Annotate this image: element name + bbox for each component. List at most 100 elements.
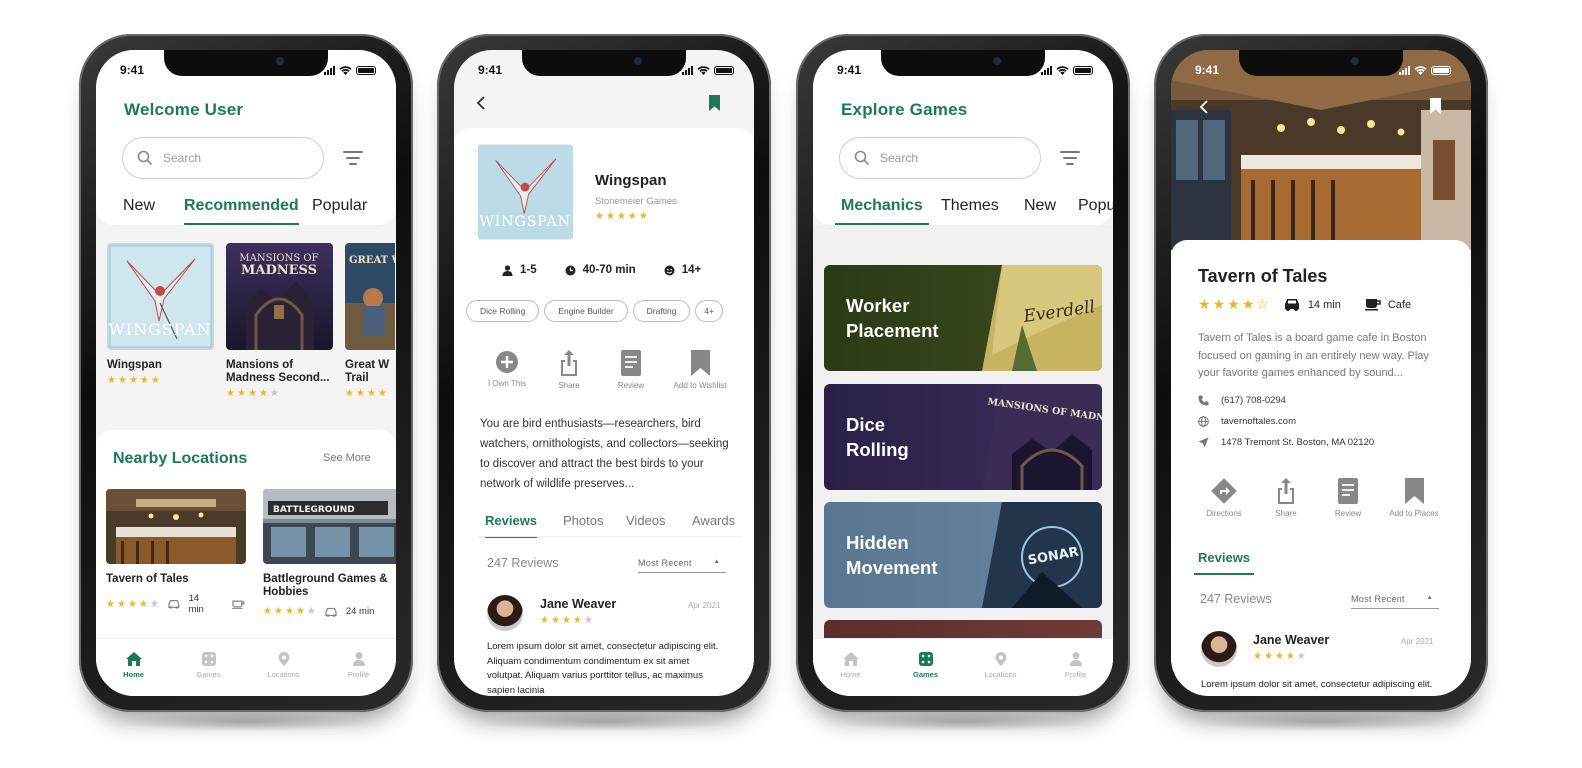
page-title: Welcome User [124, 100, 244, 119]
sort-dropdown[interactable]: Most Recent ▲ [1351, 594, 1439, 609]
phone-number: (617) 708-0294 [1221, 395, 1286, 406]
sort-label: Most Recent [638, 558, 692, 568]
battleground-photo: BATTLEGROUND [263, 489, 396, 564]
share-button[interactable]: Share [538, 350, 600, 390]
tab-photos[interactable]: Photos [563, 513, 603, 528]
bottom-nav: Home Games Locations Profile [813, 638, 1113, 696]
tab-awards[interactable]: Awards [692, 513, 735, 528]
tavern-hero-photo [1171, 50, 1471, 250]
car-icon [325, 607, 337, 617]
age-rating: 14+ [664, 264, 701, 276]
mechanic-line1: Dice [846, 414, 886, 435]
website-link: tavernoftales.com [1221, 416, 1296, 427]
tab-reviews[interactable]: Reviews [1194, 550, 1255, 575]
add-to-places-label: Add to Places [1389, 509, 1439, 518]
review-count: 247 Reviews [1200, 592, 1272, 606]
wingspan-logo: WINGSPAN [479, 214, 571, 230]
search-input[interactable]: Search [839, 137, 1041, 179]
tab-reviews[interactable]: Reviews [485, 513, 538, 538]
directions-button[interactable]: Directions [1193, 478, 1255, 518]
website-row[interactable]: tavernoftales.com [1198, 416, 1374, 427]
user-icon [502, 264, 513, 276]
time-value: 40-70 min [582, 264, 636, 276]
rating-stars: ★ ★ ★ ★ ☆ [1198, 296, 1269, 312]
mechanic-card-worker-placement[interactable]: Worker Placement Everdell [824, 265, 1102, 371]
search-placeholder: Search [163, 151, 202, 165]
nav-home[interactable]: Home [821, 651, 881, 679]
game-card-wingspan[interactable]: WINGSPAN Wingspan ★ ★ ★ ★ ★ [107, 243, 214, 386]
nav-locations[interactable]: Locations [254, 651, 314, 679]
wifi-icon [1056, 65, 1069, 75]
review-label: Review [1334, 509, 1362, 518]
tag-drafting[interactable]: Drafting [632, 300, 691, 322]
tag-more[interactable]: 4+ [695, 300, 724, 322]
tab-recommended[interactable]: Recommended [184, 197, 299, 225]
address-text: 1478 Tremont St. Boston, MA 02120 [1221, 437, 1375, 448]
location-name: Tavern of Tales [106, 573, 189, 585]
notch [164, 50, 328, 76]
wingspan-logo: WINGSPAN [108, 320, 211, 339]
drive-time: 14 min [1307, 298, 1341, 311]
phone-row[interactable]: (617) 708-0294 [1198, 395, 1374, 406]
nav-profile[interactable]: Profile [1046, 651, 1106, 679]
place-type-label: Cafe [1387, 298, 1412, 311]
drive-time: 24 min [345, 606, 375, 617]
bookmark-icon[interactable] [708, 95, 721, 111]
back-arrow-icon[interactable] [476, 96, 486, 110]
back-arrow-icon[interactable] [1199, 100, 1209, 114]
phone-icon [1198, 395, 1209, 406]
filter-icon[interactable] [342, 151, 364, 169]
tab-new[interactable]: New [123, 197, 155, 223]
dice-icon [918, 652, 933, 666]
game-name: Great W Trail [345, 359, 390, 384]
sort-dropdown[interactable]: Most Recent ▲ [638, 558, 726, 573]
navigation-arrow-icon [1198, 437, 1209, 448]
mechanic-card-dice-rolling[interactable]: Dice Rolling MANSIONS OF MADNESS [824, 384, 1102, 490]
mechanic-line2: Placement [846, 320, 939, 341]
own-this-button[interactable]: I Own This [476, 350, 538, 390]
tag-engine-builder[interactable]: Engine Builder [544, 300, 628, 322]
tab-themes[interactable]: Themes [941, 197, 999, 223]
tab-popular[interactable]: Popular [312, 197, 367, 223]
review-button[interactable]: Review [1317, 478, 1379, 518]
game-card-mansions[interactable]: MANSIONS OF MADNESS Mansions of Madness … [226, 243, 333, 399]
review-label: Review [617, 381, 645, 390]
tag-dice-rolling[interactable]: Dice Rolling [466, 300, 540, 322]
location-card-tavern[interactable]: Tavern of Tales ★ ★ ★ ★ ★ 14 min [106, 489, 246, 615]
tab-mechanics[interactable]: Mechanics [835, 197, 929, 225]
user-icon [352, 652, 365, 666]
rating-stars: ★ ★ ★ ★ ★ [107, 375, 160, 386]
nav-home[interactable]: Home [104, 651, 164, 679]
review-count: 247 Reviews [487, 556, 559, 570]
search-placeholder: Search [880, 151, 919, 165]
mechanic-card-hidden-movement[interactable]: Hidden Movement SONAR [824, 502, 1102, 608]
nav-games[interactable]: Games [179, 651, 239, 679]
nav-profile[interactable]: Profile [329, 651, 389, 679]
filter-icon[interactable] [1059, 151, 1081, 169]
nearby-title: Nearby Locations [113, 450, 248, 467]
see-more-link[interactable]: See More [323, 452, 371, 464]
nav-games[interactable]: Games [896, 651, 956, 679]
share-icon [561, 350, 577, 376]
bottom-nav: Home Games Locations Profile [96, 638, 396, 696]
tab-popular[interactable]: Popu [1078, 197, 1113, 223]
sort-label: Most Recent [1351, 594, 1405, 604]
add-to-wishlist-button[interactable]: Add to Wishlist [662, 350, 738, 390]
game-description: You are bird enthusiasts—researchers, bi… [480, 418, 729, 490]
add-to-places-button[interactable]: Add to Places [1379, 478, 1449, 518]
review-button[interactable]: Review [600, 350, 662, 390]
location-card-battleground[interactable]: BATTLEGROUND Battleground Games & Hobbie… [263, 489, 396, 617]
share-button[interactable]: Share [1255, 478, 1317, 518]
location-name: Battleground Games & Hobbies [263, 573, 388, 598]
search-input[interactable]: Search [122, 137, 324, 179]
game-card-great-western-trail[interactable]: GREAT W Great W Trail ★★★★ [345, 243, 395, 399]
address-row[interactable]: 1478 Tremont St. Boston, MA 02120 [1198, 437, 1374, 448]
sonar-box-art: SONAR [982, 502, 1102, 608]
nav-locations[interactable]: Locations [971, 651, 1031, 679]
phone-explore: 9:41 Explore Games Search Mechanics Them… [796, 34, 1130, 732]
tab-videos[interactable]: Videos [626, 513, 666, 528]
status-time: 9:41 [1195, 63, 1220, 77]
bookmark-icon[interactable] [1429, 98, 1442, 114]
battery-icon [1073, 65, 1093, 75]
tab-new[interactable]: New [1024, 197, 1056, 223]
